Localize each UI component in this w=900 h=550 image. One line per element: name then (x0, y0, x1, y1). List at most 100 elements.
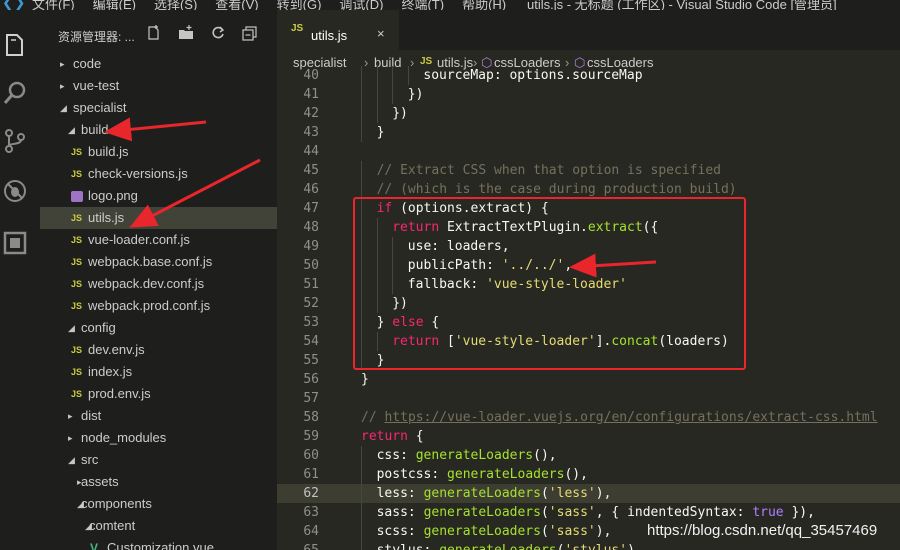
code-line[interactable]: 61 postcss: generateLoaders(), (277, 465, 900, 484)
chevron-down-icon[interactable]: ◢ (68, 317, 78, 339)
js-file-icon: JS (71, 169, 83, 179)
source-control-icon[interactable] (2, 128, 28, 154)
code-token: scss: (376, 524, 424, 539)
tree-item-label: webpack.prod.conf.js (88, 298, 211, 313)
search-icon[interactable] (2, 80, 28, 106)
debug-icon[interactable] (2, 178, 28, 204)
tree-folder[interactable]: ◢ config (40, 317, 277, 339)
collapse-all-icon[interactable] (242, 25, 258, 41)
indent-guide (361, 465, 362, 484)
code-token: 'less' (548, 486, 596, 501)
tree-folder[interactable]: ◢ components (40, 493, 277, 515)
tab-utils-js[interactable]: JS utils.js × (277, 10, 399, 50)
tree-folder[interactable]: ◢ specialist (40, 97, 277, 119)
refresh-icon[interactable] (210, 25, 226, 41)
code-text: sass: generateLoaders('sass', { indented… (377, 503, 815, 522)
tree-file[interactable]: JS vue-loader.conf.js (40, 229, 277, 251)
chevron-right-icon[interactable]: ▸ (60, 53, 70, 75)
tree-item-label: check-versions.js (88, 166, 188, 181)
tree-folder[interactable]: ◢ build (40, 119, 277, 141)
code-line[interactable]: 63 sass: generateLoaders('sass', { indent… (277, 503, 900, 522)
explorer-sidebar: 资源管理器: ... ▸ code ▸ vue-test ◢ specialist ◢ bui… (40, 10, 277, 550)
menu-item[interactable]: 帮助(H) (462, 0, 506, 10)
line-number: 65 (277, 541, 319, 550)
tree-file[interactable]: JS check-versions.js (40, 163, 277, 185)
line-number: 41 (303, 87, 319, 102)
new-folder-icon[interactable] (178, 25, 194, 41)
line-number: 47 (303, 201, 319, 216)
code-line[interactable]: 45 // Extract CSS when that option is spe… (277, 161, 900, 180)
vscode-logo-icon: ❮❯ (2, 0, 26, 10)
tree-folder[interactable]: ▸ dist (40, 405, 277, 427)
line-number: 46 (303, 182, 319, 197)
code-line[interactable]: 62 less: generateLoaders('less'), (277, 484, 900, 503)
tree-file[interactable]: JS index.js (40, 361, 277, 383)
tab-label: utils.js (311, 28, 348, 43)
tree-file[interactable]: JS dev.env.js (40, 339, 277, 361)
tree-file[interactable]: V Customization.vue (40, 537, 277, 550)
tree-folder[interactable]: ▸ assets (40, 471, 277, 493)
tree-file[interactable]: JS utils.js (40, 207, 277, 229)
code-line[interactable]: 57 (277, 389, 900, 408)
code-token: // Extract CSS when that option is speci… (376, 163, 721, 178)
line-number: 48 (303, 220, 319, 235)
tree-item-label: webpack.base.conf.js (88, 254, 213, 269)
js-file-icon: JS (291, 23, 304, 34)
menu-bar: 文件(F) 编辑(E) 选择(S) 查看(V) 转到(G) 调试(D) 终端(T) 帮助(H) (32, 0, 524, 10)
tree-file[interactable]: logo.png (40, 185, 277, 207)
tree-file[interactable]: JS webpack.prod.conf.js (40, 295, 277, 317)
chevron-down-icon[interactable]: ◢ (60, 97, 70, 119)
line-number: 58 (303, 410, 319, 425)
code-line[interactable]: 58 // https://vue-loader.vuejs.org/en/con… (277, 408, 900, 427)
menu-item[interactable]: 编辑(E) (93, 0, 136, 10)
code-text: // Extract CSS when that option is speci… (377, 161, 721, 180)
tree-folder[interactable]: ▸ node_modules (40, 427, 277, 449)
files-icon[interactable] (2, 32, 28, 58)
code-token: , { indentedSyntax: (595, 505, 753, 520)
tree-folder[interactable]: ◢ comtent (40, 515, 277, 537)
tree-file[interactable]: JS prod.env.js (40, 383, 277, 405)
code-line[interactable]: 59 return { (277, 427, 900, 446)
menu-item[interactable]: 转到(G) (277, 0, 322, 10)
chevron-right-icon[interactable]: ▸ (60, 75, 70, 97)
code-line[interactable]: 42}) (277, 104, 900, 123)
code-line[interactable]: 43} (277, 123, 900, 142)
close-icon[interactable]: × (377, 26, 385, 41)
tree-folder[interactable]: ◢ src (40, 449, 277, 471)
code-line[interactable]: 56} (277, 370, 900, 389)
tree-item-label: prod.env.js (88, 386, 151, 401)
code-line[interactable]: 65 stylus: generateLoaders('stylus'), (277, 541, 900, 550)
code-text: scss: generateLoaders('sass'), (377, 522, 612, 541)
tree-item-label: build (81, 122, 109, 137)
code-line[interactable]: 40 sourceMap: options.sourceMap (277, 66, 900, 85)
menu-item[interactable]: 文件(F) (32, 0, 75, 10)
indent-guide (361, 66, 362, 85)
code-token: css: (376, 448, 416, 463)
chevron-right-icon[interactable]: ▸ (68, 405, 78, 427)
chevron-right-icon[interactable]: ▸ (68, 427, 78, 449)
tree-file[interactable]: JS webpack.dev.conf.js (40, 273, 277, 295)
new-file-icon[interactable] (146, 25, 162, 41)
menu-item[interactable]: 终端(T) (401, 0, 444, 10)
menu-item[interactable]: 选择(S) (154, 0, 197, 10)
code-line[interactable]: 44 (277, 142, 900, 161)
tree-item-label: utils.js (88, 210, 125, 225)
code-token: generateLoaders (423, 524, 541, 539)
chevron-down-icon[interactable]: ◢ (68, 449, 78, 471)
tree-file[interactable]: JS webpack.base.conf.js (40, 251, 277, 273)
tree-file[interactable]: JS build.js (40, 141, 277, 163)
code-text: return { (361, 427, 424, 446)
chevron-down-icon[interactable]: ◢ (68, 119, 78, 141)
extensions-icon[interactable] (2, 230, 28, 256)
line-number: 44 (303, 144, 319, 159)
code-token: // (which is the case during production … (376, 182, 737, 197)
tree-folder[interactable]: ▸ code (40, 53, 277, 75)
code-line[interactable]: 60 css: generateLoaders(), (277, 446, 900, 465)
code-token: generateLoaders (423, 505, 541, 520)
line-number: 43 (303, 125, 319, 140)
code-line[interactable]: 41}) (277, 85, 900, 104)
tree-folder[interactable]: ▸ vue-test (40, 75, 277, 97)
line-number: 57 (303, 391, 319, 406)
menu-item[interactable]: 调试(D) (339, 0, 383, 10)
menu-item[interactable]: 查看(V) (215, 0, 258, 10)
